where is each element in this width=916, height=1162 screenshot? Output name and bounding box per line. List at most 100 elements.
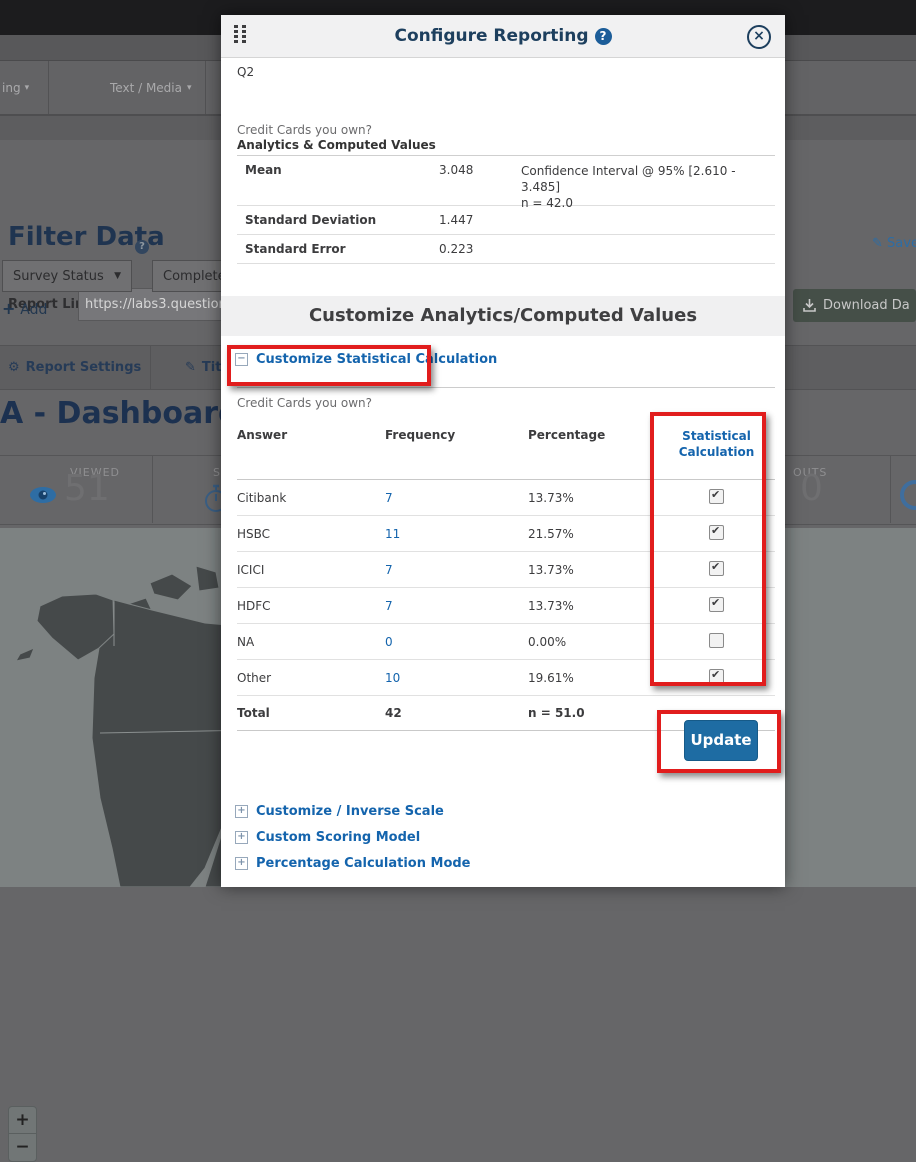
analytics-value: 0.223 — [439, 242, 521, 256]
expand-icon: + — [235, 805, 248, 818]
custom-scoring-model-toggle[interactable]: + Custom Scoring Model — [235, 831, 471, 844]
frequency-link[interactable]: 10 — [385, 671, 400, 685]
answer-label: HDFC — [237, 599, 385, 613]
stat-divider — [890, 455, 891, 523]
answer-label: HSBC — [237, 527, 385, 541]
col-answer: Answer — [237, 420, 385, 479]
help-icon[interactable]: ? — [595, 28, 612, 45]
section-label: Custom Scoring Model — [256, 830, 420, 845]
modal-title: Configure Reporting? — [221, 15, 785, 57]
col-statistical-calculation: Statistical Calculation — [658, 420, 775, 479]
update-button[interactable]: Update — [684, 720, 758, 761]
question-text: Credit Cards you own? — [237, 123, 372, 137]
gear-icon: ⚙ — [8, 360, 20, 375]
section-label: Customize Statistical Calculation — [256, 352, 497, 367]
frequency-link[interactable]: 7 — [385, 563, 393, 577]
percentage-value: 21.57% — [528, 527, 658, 541]
survey-status-label: Survey Status — [13, 269, 104, 284]
answer-label: Citibank — [237, 491, 385, 505]
answer-row: ICICI 7 13.73% — [237, 552, 775, 588]
frequency-link[interactable]: 0 — [385, 635, 393, 649]
toolbar-divider — [48, 61, 49, 114]
stat-calc-checkbox[interactable] — [709, 561, 724, 576]
dashboard-title: A - Dashboard — [0, 396, 240, 431]
answer-row: Other 10 19.61% — [237, 660, 775, 696]
answer-row: Citibank 7 13.73% — [237, 480, 775, 516]
collapsed-sections: + Customize / Inverse Scale + Custom Sco… — [235, 805, 471, 883]
modal-title-text: Configure Reporting — [394, 26, 588, 46]
customize-inverse-scale-toggle[interactable]: + Customize / Inverse Scale — [235, 805, 471, 818]
percentage-value: 19.61% — [528, 671, 658, 685]
close-icon[interactable]: × — [747, 25, 771, 49]
report-link-input[interactable]: https://labs3.questionpr — [78, 288, 234, 321]
caret-down-icon: ▾ — [25, 83, 30, 93]
answer-label: NA — [237, 635, 385, 649]
download-data-button[interactable]: Download Da — [793, 289, 916, 322]
analytics-value: 3.048 — [439, 163, 521, 191]
toolbar-text-media-button[interactable]: Text / Media ▾ — [110, 61, 192, 114]
customize-statistical-calculation-toggle[interactable]: − Customize Statistical Calculation — [235, 352, 497, 367]
add-filter-link[interactable]: + Add — [2, 299, 47, 318]
pencil-icon: ✎ — [872, 236, 883, 251]
collapse-icon: − — [235, 353, 248, 366]
plus-icon: + — [2, 299, 15, 318]
divider — [237, 387, 775, 388]
configure-reporting-modal: Configure Reporting? × Q2 Credit Cards y… — [221, 15, 785, 887]
stat-calc-checkbox[interactable] — [709, 525, 724, 540]
col-stat-line1: Statistical — [658, 428, 775, 444]
analytics-label: Standard Deviation — [245, 213, 439, 227]
section-label: Customize / Inverse Scale — [256, 804, 444, 819]
caret-down-icon: ▾ — [187, 83, 192, 93]
percentage-value: 0.00% — [528, 635, 658, 649]
percentage-value: 13.73% — [528, 599, 658, 613]
toolbar-group-label: ing — [2, 81, 21, 95]
answer-row: HSBC 11 21.57% — [237, 516, 775, 552]
started-stat-label: S — [213, 466, 221, 479]
stat-calc-checkbox[interactable] — [709, 489, 724, 504]
tab-report-settings[interactable]: ⚙ Report Settings — [8, 346, 141, 389]
answer-label: Other — [237, 671, 385, 685]
text-media-label: Text / Media — [110, 81, 182, 95]
map-zoom-out-button[interactable]: − — [8, 1133, 37, 1162]
percentage-value: 13.73% — [528, 563, 658, 577]
save-link[interactable]: ✎ Save — [872, 236, 916, 251]
analytics-row-mean: Mean 3.048 Confidence Interval @ 95% [2.… — [237, 156, 775, 206]
analytics-note — [521, 242, 775, 256]
frequency-link[interactable]: 7 — [385, 491, 393, 505]
map-zoom-in-button[interactable]: + — [8, 1106, 37, 1135]
customize-question-text: Credit Cards you own? — [237, 396, 372, 410]
stat-calc-checkbox[interactable] — [709, 597, 724, 612]
filter-help-icon[interactable]: ? — [135, 240, 149, 254]
sample-size: n = 42.0 — [521, 195, 775, 211]
confidence-interval: Confidence Interval @ 95% [2.610 - 3.485… — [521, 163, 775, 195]
question-code: Q2 — [237, 65, 254, 79]
answer-row: HDFC 7 13.73% — [237, 588, 775, 624]
frequency-link[interactable]: 7 — [385, 599, 393, 613]
tab-report-settings-label: Report Settings — [26, 360, 142, 375]
total-note: n = 51.0 — [528, 706, 658, 720]
frequency-link[interactable]: 11 — [385, 527, 400, 541]
completed-dropdown[interactable]: Completed — [152, 260, 227, 292]
analytics-table: Mean 3.048 Confidence Interval @ 95% [2.… — [237, 155, 775, 264]
col-percentage: Percentage — [528, 420, 658, 479]
viewed-stat-value: 51 — [64, 468, 110, 509]
survey-status-dropdown[interactable]: Survey Status ▼ — [2, 260, 132, 292]
percentage-value: 13.73% — [528, 491, 658, 505]
analytics-value: 1.447 — [439, 213, 521, 227]
answers-table-header: Answer Frequency Percentage Statistical … — [237, 420, 775, 480]
tab-divider — [150, 346, 151, 389]
modal-header: Configure Reporting? × — [221, 15, 785, 58]
section-label: Percentage Calculation Mode — [256, 856, 471, 871]
save-label: Save — [887, 236, 916, 251]
stat-calc-checkbox[interactable] — [709, 669, 724, 684]
expand-icon: + — [235, 857, 248, 870]
total-frequency: 42 — [385, 706, 528, 720]
stat-calc-checkbox[interactable] — [709, 633, 724, 648]
stat-divider — [152, 455, 153, 523]
total-label: Total — [237, 706, 385, 720]
toolbar-divider — [205, 61, 206, 114]
answers-table: Answer Frequency Percentage Statistical … — [237, 420, 775, 731]
percentage-calculation-mode-toggle[interactable]: + Percentage Calculation Mode — [235, 857, 471, 870]
analytics-note: Confidence Interval @ 95% [2.610 - 3.485… — [521, 163, 775, 191]
toolbar-group-partial[interactable]: ing ▾ — [2, 61, 29, 114]
